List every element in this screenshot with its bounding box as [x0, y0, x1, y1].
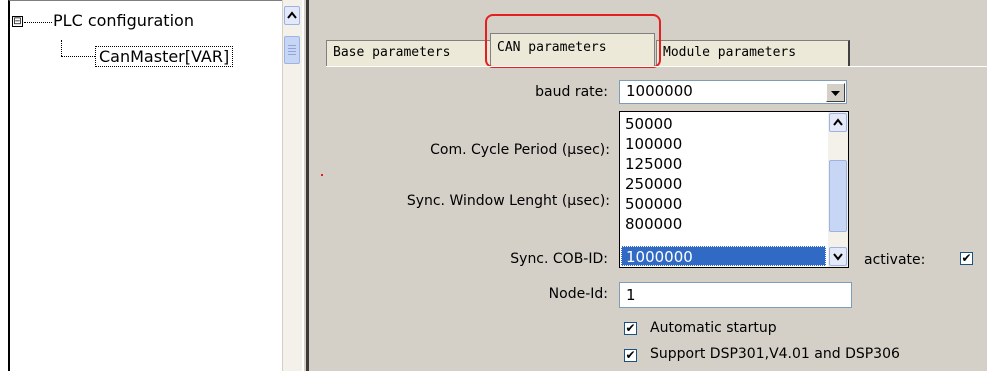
tab-baseline	[326, 66, 987, 67]
chevron-down-icon[interactable]	[826, 83, 845, 102]
baud-option-800000[interactable]: 800000	[621, 214, 826, 234]
pane-border	[306, 0, 309, 371]
support-dsp-label: Support DSP301,V4.01 and DSP306	[650, 346, 900, 362]
node-id-field[interactable]: 1	[619, 282, 852, 308]
baud-option-125000[interactable]: 125000	[621, 154, 826, 174]
scroll-down-icon[interactable]	[829, 247, 847, 266]
activate-label: activate:	[864, 252, 926, 268]
highlight-annotation	[485, 14, 661, 68]
scroll-up-icon[interactable]	[284, 6, 300, 25]
baud-option-500000[interactable]: 500000	[621, 194, 826, 214]
dropdown-scroll-thumb[interactable]	[829, 160, 847, 232]
baud-option-50000[interactable]: 50000	[621, 114, 826, 134]
automatic-startup-label: Automatic startup	[650, 320, 777, 336]
artifact-dot	[321, 174, 323, 176]
tree-node-canmaster[interactable]: CanMaster[VAR]	[95, 46, 234, 67]
baud-rate-value: 1000000	[626, 82, 693, 100]
grip-line	[288, 54, 296, 55]
node-id-label: Node-Id:	[548, 286, 608, 302]
baud-option-250000[interactable]: 250000	[621, 174, 826, 194]
tab-base-parameters[interactable]: Base parameters	[326, 40, 492, 66]
activate-checkbox[interactable]: ✔	[960, 252, 973, 265]
tree-connector	[24, 22, 52, 23]
grip-line	[288, 48, 296, 49]
sync-cob-id-label: Sync. COB-ID:	[510, 251, 608, 267]
baud-option-100000[interactable]: 100000	[621, 134, 826, 154]
tree-node-plc-configuration[interactable]: PLC configuration	[53, 11, 194, 30]
tree-scroll-thumb[interactable]	[284, 36, 300, 64]
support-dsp-checkbox[interactable]: ✔	[624, 349, 637, 362]
grip-line	[288, 51, 296, 52]
scroll-up-icon[interactable]	[829, 113, 847, 132]
grip-line	[288, 45, 296, 46]
com-cycle-period-label: Com. Cycle Period (µsec):	[430, 142, 610, 158]
baud-rate-label: baud rate:	[535, 84, 608, 100]
tree-connector	[61, 40, 62, 56]
tree-connector	[61, 56, 95, 57]
baud-option-1000000[interactable]: 1000000	[621, 246, 826, 266]
automatic-startup-checkbox[interactable]: ✔	[624, 322, 637, 335]
sync-window-length-label: Sync. Window Lenght (µsec):	[406, 193, 610, 209]
tab-module-parameters[interactable]: Module parameters	[656, 40, 850, 66]
collapse-icon[interactable]: ⊟	[12, 16, 23, 27]
